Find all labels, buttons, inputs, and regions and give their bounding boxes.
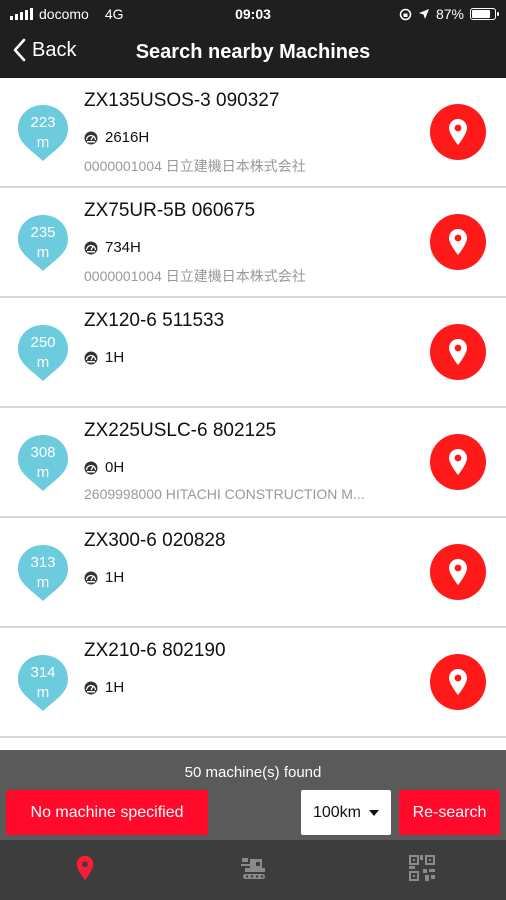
hour-meter-icon — [84, 131, 98, 144]
distance-value: 313 — [30, 554, 56, 571]
show-on-map-button[interactable] — [430, 324, 486, 380]
distance-label: 314 m — [16, 663, 70, 703]
hour-meter-value: 734H — [105, 239, 141, 256]
machine-row[interactable]: 308 m ZX225USLC-6 802125 0H 2609998000 H… — [0, 408, 506, 518]
map-pin-icon — [449, 119, 467, 145]
back-label: Back — [32, 38, 77, 61]
orientation-lock-icon — [399, 8, 412, 20]
map-pin-icon — [449, 669, 467, 695]
map-pin-icon — [449, 339, 467, 365]
hour-meter: 1H — [84, 569, 124, 586]
qr-code-icon — [409, 855, 435, 881]
caret-down-icon — [369, 809, 380, 816]
show-on-map-button[interactable] — [430, 434, 486, 490]
machine-row[interactable]: 313 m ZX300-6 020828 1H — [0, 518, 506, 628]
range-select[interactable]: 100km — [301, 790, 391, 835]
range-value: 100km — [312, 803, 362, 821]
distance-label: 313 m — [16, 553, 70, 593]
map-pin-icon — [449, 449, 467, 475]
location-arrow-icon — [418, 9, 429, 19]
distance-label: 250 m — [16, 333, 70, 373]
show-on-map-button[interactable] — [430, 214, 486, 270]
machine-name: ZX135USOS-3 090327 — [84, 90, 280, 111]
nav-bar: Back Search nearby Machines — [0, 28, 506, 78]
tab-nearby-search[interactable] — [67, 852, 103, 884]
distance-value: 314 — [30, 664, 56, 681]
distance-unit: m — [36, 134, 50, 151]
hour-meter-value: 2616H — [105, 129, 150, 146]
re-search-button[interactable]: Re-search — [399, 790, 500, 835]
owner-label: 0000001004 日立建機日本株式会社 — [84, 268, 306, 284]
owner-label: 2609998000 HITACHI CONSTRUCTION M... — [84, 486, 365, 502]
result-count: 50 machine(s) found — [184, 764, 322, 781]
hour-meter: 734H — [84, 239, 141, 256]
map-pin-icon — [449, 229, 467, 255]
map-pin-icon — [76, 855, 94, 881]
distance-label: 308 m — [16, 443, 70, 483]
distance-value: 235 — [30, 224, 56, 241]
distance-unit: m — [36, 244, 50, 261]
map-pin-icon — [449, 559, 467, 585]
distance-unit: m — [36, 684, 50, 701]
hour-meter-value: 1H — [105, 679, 125, 696]
machine-name: ZX300-6 020828 — [84, 530, 226, 551]
distance-label: 223 m — [16, 113, 70, 153]
status-bar: docomo 4G 09:03 87% — [0, 0, 506, 28]
chevron-left-icon — [13, 38, 26, 62]
tab-qr-scan[interactable] — [404, 852, 440, 884]
machine-name: ZX210-6 802190 — [84, 640, 226, 661]
search-panel: 50 machine(s) found No machine specified… — [0, 750, 506, 840]
battery-percent: 87% — [435, 6, 464, 22]
distance-value: 308 — [30, 444, 56, 461]
tab-machines[interactable] — [235, 852, 271, 884]
machine-row[interactable]: 223 m ZX135USOS-3 090327 2616H 000000100… — [0, 78, 506, 188]
no-machine-specified-button[interactable]: No machine specified — [6, 790, 208, 835]
show-on-map-button[interactable] — [430, 544, 486, 600]
show-on-map-button[interactable] — [430, 654, 486, 710]
battery-level — [472, 10, 490, 18]
distance-unit: m — [36, 354, 50, 371]
back-button[interactable]: Back — [12, 38, 76, 62]
machine-name: ZX120-6 511533 — [84, 310, 225, 331]
hour-meter-value: 0H — [105, 459, 125, 476]
hour-meter: 1H — [84, 679, 124, 696]
hour-meter-icon — [84, 351, 98, 364]
status-right: 87% — [399, 6, 499, 22]
machine-name: ZX225USLC-6 802125 — [84, 420, 277, 441]
machine-name: ZX75UR-5B 060675 — [84, 200, 256, 221]
hour-meter-icon — [84, 461, 98, 474]
distance-unit: m — [36, 464, 50, 481]
show-on-map-button[interactable] — [430, 104, 486, 160]
machine-row[interactable]: 250 m ZX120-6 511533 1H — [0, 298, 506, 408]
hour-meter-icon — [84, 241, 98, 254]
machine-icon — [241, 858, 265, 879]
hour-meter-value: 1H — [105, 569, 125, 586]
hour-meter: 1H — [84, 349, 124, 366]
distance-value: 223 — [30, 114, 56, 131]
hour-meter-value: 1H — [105, 349, 125, 366]
hour-meter-icon — [84, 681, 98, 694]
distance-value: 250 — [30, 334, 56, 351]
hour-meter: 0H — [84, 459, 124, 476]
battery-icon — [470, 8, 499, 20]
distance-unit: m — [36, 574, 50, 591]
machine-row[interactable]: 235 m ZX75UR-5B 060675 734H 0000001004 日… — [0, 188, 506, 298]
hour-meter: 2616H — [84, 129, 149, 146]
tab-bar — [0, 840, 506, 900]
distance-label: 235 m — [16, 223, 70, 263]
owner-label: 0000001004 日立建機日本株式会社 — [84, 158, 306, 174]
machine-list[interactable]: 223 m ZX135USOS-3 090327 2616H 000000100… — [0, 78, 506, 750]
hour-meter-icon — [84, 571, 98, 584]
machine-row[interactable]: 314 m ZX210-6 802190 1H — [0, 628, 506, 738]
